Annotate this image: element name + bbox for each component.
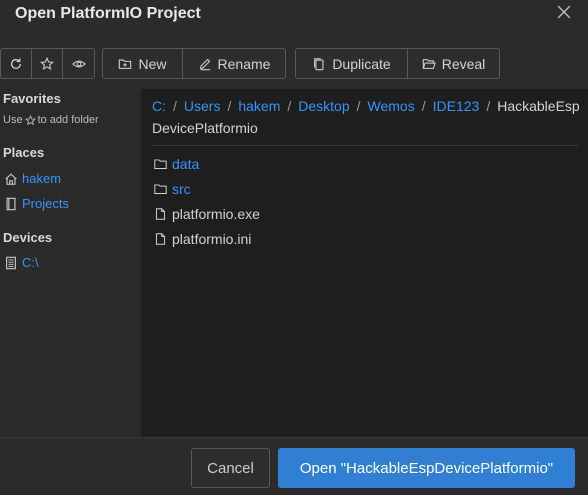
sidebar-item-drive-c[interactable]: C:\ <box>4 255 39 270</box>
pencil-icon <box>199 58 210 70</box>
breadcrumb-item[interactable]: Wemos <box>368 98 415 114</box>
breadcrumb-separator: / <box>356 98 361 114</box>
dialog-titlebar: Open PlatformIO Project <box>0 0 588 38</box>
file-item-platformio-exe[interactable]: platformio.exe <box>154 206 260 222</box>
favorites-hint-prefix: Use <box>3 114 23 126</box>
breadcrumb-item[interactable]: Users <box>184 98 221 114</box>
breadcrumb-separator: / <box>486 98 491 114</box>
book-icon <box>6 197 16 210</box>
folder-open-icon <box>422 58 436 69</box>
breadcrumb-separator: / <box>421 98 426 114</box>
breadcrumb-item[interactable]: Desktop <box>298 98 349 114</box>
toolbar: New Rename Duplicate Reveal <box>0 38 588 89</box>
rename-button[interactable]: Rename <box>183 49 285 78</box>
devices-heading: Devices <box>3 230 53 245</box>
new-folder-icon <box>119 59 132 69</box>
file-name: platformio.exe <box>172 206 260 222</box>
star-icon <box>24 114 36 125</box>
breadcrumb-item[interactable]: C: <box>152 98 166 114</box>
refresh-button[interactable] <box>1 49 32 78</box>
cancel-button[interactable]: Cancel <box>191 448 270 488</box>
breadcrumb-separator: / <box>227 98 232 114</box>
favorites-heading: Favorites <box>3 91 61 106</box>
star-icon <box>40 56 54 70</box>
close-icon[interactable] <box>554 2 574 22</box>
sidebar-item-projects[interactable]: Projects <box>4 196 69 211</box>
breadcrumb-item[interactable]: hakem <box>238 98 280 114</box>
home-icon <box>5 172 17 185</box>
duplicate-button[interactable]: Duplicate <box>296 49 408 78</box>
file-item-platformio-ini[interactable]: platformio.ini <box>154 231 251 247</box>
sidebar-item-label: C:\ <box>22 255 39 270</box>
refresh-icon <box>11 58 21 69</box>
folder-item-data[interactable]: data <box>154 156 199 172</box>
breadcrumb-item[interactable]: IDE123 <box>433 98 480 114</box>
breadcrumb: C: / Users / hakem / Desktop / Wemos / IDE123/Hack… <box>152 95 582 139</box>
file-name: src <box>172 181 191 197</box>
duplicate-label: Duplicate <box>332 55 391 72</box>
file-browser <box>141 89 588 437</box>
edit-button-group: New Rename <box>102 48 286 79</box>
reveal-button[interactable]: Reveal <box>408 49 499 78</box>
dialog-title: Open PlatformIO Project <box>15 5 201 22</box>
new-button[interactable]: New <box>103 49 183 78</box>
places-heading: Places <box>3 145 45 160</box>
toggle-hidden-button[interactable] <box>63 49 94 78</box>
reveal-label: Reveal <box>441 55 486 72</box>
divider <box>152 145 578 146</box>
sidebar-item-hakem[interactable]: hakem <box>4 171 61 186</box>
sidebar-item-label: hakem <box>22 171 62 186</box>
add-favorite-button[interactable] <box>32 49 63 78</box>
file-icon <box>155 233 166 245</box>
view-button-group <box>0 48 95 79</box>
breadcrumb-separator: / <box>287 98 292 114</box>
file-icon <box>155 208 166 220</box>
folder-item-src[interactable]: src <box>154 181 191 197</box>
eye-icon <box>71 60 86 67</box>
drive-icon <box>6 256 16 269</box>
file-name: data <box>172 156 200 172</box>
open-project-button[interactable]: Open "HackableEspDevicePlatformio" <box>278 448 575 488</box>
favorites-hint-suffix: to add folder <box>37 114 99 126</box>
breadcrumb-separator: / <box>173 98 177 114</box>
file-name: platformio.ini <box>172 231 252 247</box>
new-label: New <box>138 55 167 72</box>
copy-icon <box>314 57 324 70</box>
favorites-hint: Use to add folder <box>3 114 99 126</box>
rename-label: Rename <box>217 55 271 72</box>
folder-icon <box>154 159 167 169</box>
sidebar-item-label: Projects <box>22 196 69 211</box>
file-button-group: Duplicate Reveal <box>295 48 500 79</box>
folder-icon <box>154 184 167 194</box>
